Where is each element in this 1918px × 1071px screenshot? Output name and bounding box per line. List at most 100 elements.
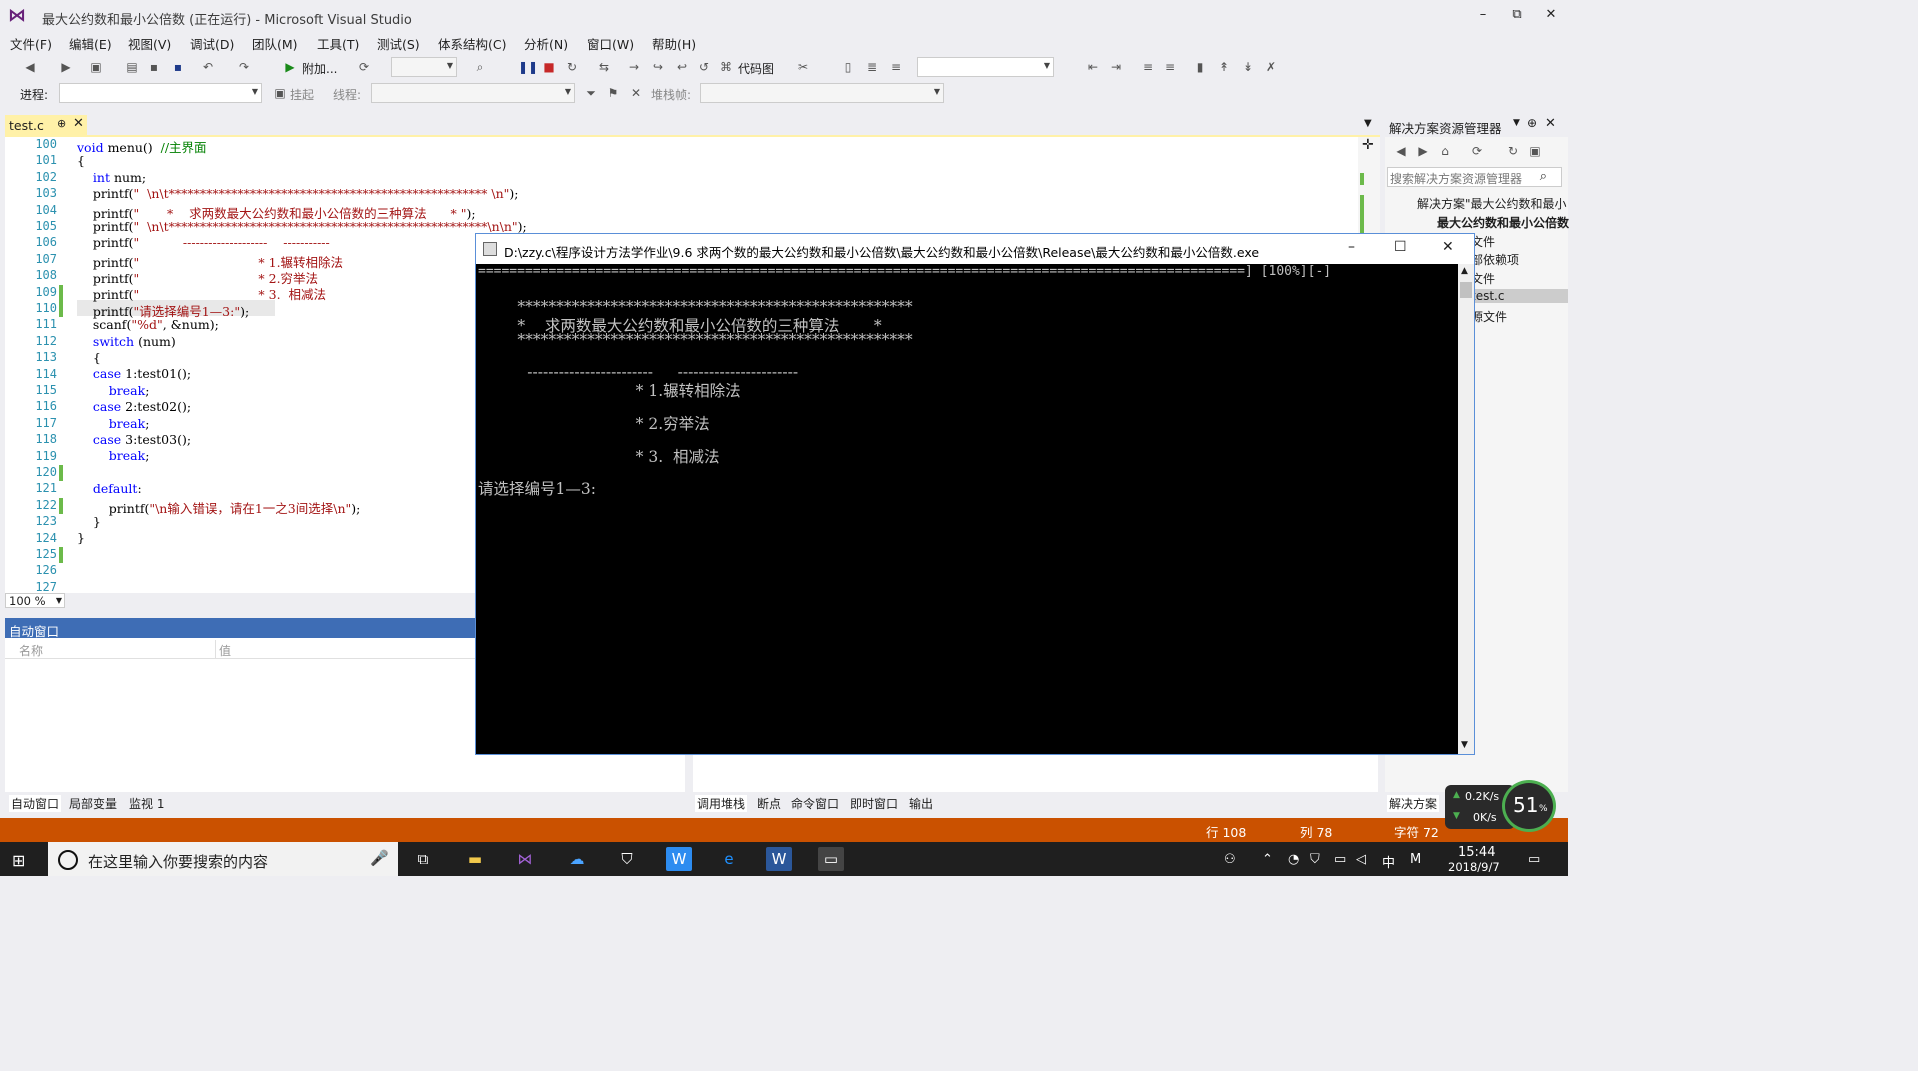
menu-test[interactable]: 测试(S) bbox=[377, 34, 420, 53]
code-map-icon[interactable]: ⌘ bbox=[718, 59, 734, 75]
comment-icon[interactable]: ≡ bbox=[888, 59, 904, 75]
restart-icon[interactable]: ↻ bbox=[564, 59, 580, 75]
close-tab-icon[interactable]: ✕ bbox=[73, 116, 84, 131]
tab-solution-explorer[interactable]: 解决方案 bbox=[1387, 795, 1440, 812]
console-minimize-button[interactable]: – bbox=[1348, 239, 1355, 255]
close-panel-icon[interactable]: ✕ bbox=[1545, 116, 1556, 131]
step-into-icon[interactable]: → bbox=[626, 59, 642, 75]
wps-icon[interactable]: W bbox=[666, 847, 692, 871]
menu-architecture[interactable]: 体系结构(C) bbox=[438, 34, 506, 53]
console-output[interactable]: ========================================… bbox=[476, 264, 1458, 754]
windows-start-icon[interactable]: ⊞ bbox=[12, 851, 25, 870]
uncomment-lines-icon[interactable]: ≡ bbox=[1162, 59, 1178, 75]
find-in-files-icon[interactable]: ⌕ bbox=[472, 59, 488, 75]
sync-icon[interactable]: ⟳ bbox=[1469, 143, 1485, 159]
navigate-back-icon[interactable]: ◀ bbox=[22, 59, 38, 75]
new-project-icon[interactable]: ▣ bbox=[88, 59, 104, 75]
baidu-netdisk-icon[interactable]: ☁ bbox=[564, 847, 590, 871]
collapse-all-icon[interactable]: ▣ bbox=[1527, 143, 1543, 159]
thread-combo[interactable]: ▼ bbox=[371, 83, 575, 103]
menu-team[interactable]: 团队(M) bbox=[252, 34, 298, 53]
back-icon[interactable]: ◀ bbox=[1393, 143, 1409, 159]
step-out-icon[interactable]: ↩ bbox=[674, 59, 690, 75]
menu-file[interactable]: 文件(F) bbox=[10, 34, 52, 53]
scroll-down-icon[interactable]: ▼ bbox=[1461, 740, 1468, 750]
task-view-icon[interactable]: ⧉ bbox=[410, 847, 436, 871]
menu-edit[interactable]: 编辑(E) bbox=[69, 34, 112, 53]
menu-help[interactable]: 帮助(H) bbox=[652, 34, 696, 53]
break-all-icon[interactable]: ❚❚ bbox=[518, 59, 538, 75]
security-icon[interactable]: ⛉ bbox=[1310, 852, 1320, 867]
split-icon[interactable]: ✛ bbox=[1362, 137, 1374, 153]
ime-language[interactable]: 中 bbox=[1382, 852, 1395, 871]
close-window-button[interactable]: ✕ bbox=[1534, 4, 1568, 26]
process-combo[interactable]: ▼ bbox=[59, 83, 262, 103]
stack-frame-combo[interactable]: ▼ bbox=[700, 83, 944, 103]
pin-icon[interactable]: ⊕ bbox=[1527, 116, 1537, 130]
indent-icon[interactable]: ⇥ bbox=[1108, 59, 1124, 75]
tree-solution[interactable]: 解决方案"最大公约数和最小 bbox=[1417, 195, 1567, 212]
platform-combo[interactable]: ▼ bbox=[917, 57, 1054, 77]
stop-debugging-icon[interactable]: ■ bbox=[541, 59, 557, 75]
tree-project[interactable]: 最大公约数和最小公倍数 bbox=[1437, 214, 1569, 231]
outdent-icon[interactable]: ⇤ bbox=[1085, 59, 1101, 75]
forward-icon[interactable]: ▶ bbox=[1415, 143, 1431, 159]
tray-expand-icon[interactable]: ⌃ bbox=[1262, 852, 1273, 867]
taskbar-search-box[interactable]: 在这里输入你要搜索的内容 🎤 bbox=[48, 842, 398, 876]
console-close-button[interactable]: ✕ bbox=[1442, 239, 1454, 255]
microphone-icon[interactable]: 🎤 bbox=[370, 849, 389, 867]
tab-watch-1[interactable]: 监视 1 bbox=[129, 795, 164, 812]
tools-icon[interactable]: ✂ bbox=[795, 59, 811, 75]
tab-test-c[interactable]: test.c ⊕ ✕ bbox=[5, 115, 87, 135]
menu-tools[interactable]: 工具(T) bbox=[317, 34, 359, 53]
tab-command-window[interactable]: 命令窗口 bbox=[791, 795, 839, 812]
tab-locals[interactable]: 局部变量 bbox=[69, 795, 117, 812]
step-over-icon[interactable]: ↪ bbox=[650, 59, 666, 75]
battery-icon[interactable]: ▭ bbox=[1334, 852, 1346, 867]
store-icon[interactable]: ⛉ bbox=[614, 847, 640, 871]
save-all-icon[interactable]: ▪ bbox=[170, 59, 186, 75]
file-explorer-icon[interactable]: ▬ bbox=[462, 847, 488, 871]
word-icon[interactable]: W bbox=[766, 847, 792, 871]
suspend-button[interactable]: 挂起 bbox=[290, 86, 314, 103]
comment-lines-icon[interactable]: ≡ bbox=[1140, 59, 1156, 75]
tab-dropdown-icon[interactable]: ▼ bbox=[1364, 118, 1372, 129]
tree-file-test-c[interactable]: test.c bbox=[1471, 289, 1568, 303]
network-icon[interactable]: ◔ bbox=[1288, 852, 1299, 867]
config-combo[interactable]: ▼ bbox=[391, 57, 457, 77]
solution-search-input[interactable]: 搜索解决方案资源管理器 ⌕ bbox=[1387, 167, 1562, 187]
format-icon[interactable]: ≣ bbox=[864, 59, 880, 75]
volume-icon[interactable]: ◁ bbox=[1356, 852, 1366, 867]
search-icon[interactable]: ⌕ bbox=[1540, 169, 1547, 184]
undo-icon[interactable]: ↶ bbox=[200, 59, 216, 75]
ime-mode[interactable]: M bbox=[1410, 852, 1421, 867]
flag-thread-icon[interactable]: ⚑ bbox=[605, 85, 621, 101]
people-icon[interactable]: ⚇ bbox=[1224, 852, 1236, 867]
start-icon[interactable]: ▶ bbox=[282, 59, 298, 75]
prev-bookmark-icon[interactable]: ↟ bbox=[1216, 59, 1232, 75]
show-next-statement-icon[interactable]: ⇆ bbox=[596, 59, 612, 75]
bookmark-icon[interactable]: ▮ bbox=[1192, 59, 1208, 75]
filter-icon[interactable]: ⏷ bbox=[583, 85, 599, 101]
scroll-thumb[interactable] bbox=[1460, 282, 1472, 298]
tab-call-stack[interactable]: 调用堆栈 bbox=[695, 795, 748, 812]
chevron-down-icon[interactable]: ▼ bbox=[1513, 118, 1520, 128]
col-name[interactable]: 名称 bbox=[19, 642, 43, 659]
clock-date[interactable]: 2018/9/7 bbox=[1448, 860, 1500, 874]
open-file-icon[interactable]: ▤ bbox=[124, 59, 140, 75]
attach-button[interactable]: 附加... bbox=[302, 60, 337, 77]
console-scrollbar[interactable]: ▲ ▼ bbox=[1458, 264, 1474, 754]
zoom-combo[interactable]: 100 % ▼ bbox=[5, 593, 65, 608]
clock-time[interactable]: 15:44 bbox=[1458, 845, 1495, 860]
tab-immediate-window[interactable]: 即时窗口 bbox=[850, 795, 898, 812]
tab-breakpoints[interactable]: 断点 bbox=[757, 795, 781, 812]
menu-analyze[interactable]: 分析(N) bbox=[524, 34, 568, 53]
visual-studio-taskbar-icon[interactable]: ⋈ bbox=[512, 847, 538, 871]
restore-button[interactable]: ⧉ bbox=[1500, 4, 1534, 26]
tree-folder-external-deps[interactable]: 部依赖项 bbox=[1471, 251, 1519, 268]
action-center-icon[interactable]: ▭ bbox=[1528, 852, 1540, 867]
scroll-up-icon[interactable]: ▲ bbox=[1461, 266, 1468, 276]
redo-icon[interactable]: ↷ bbox=[236, 59, 252, 75]
console-taskbar-icon[interactable]: ▭ bbox=[818, 847, 844, 871]
minimize-button[interactable]: – bbox=[1466, 4, 1500, 26]
